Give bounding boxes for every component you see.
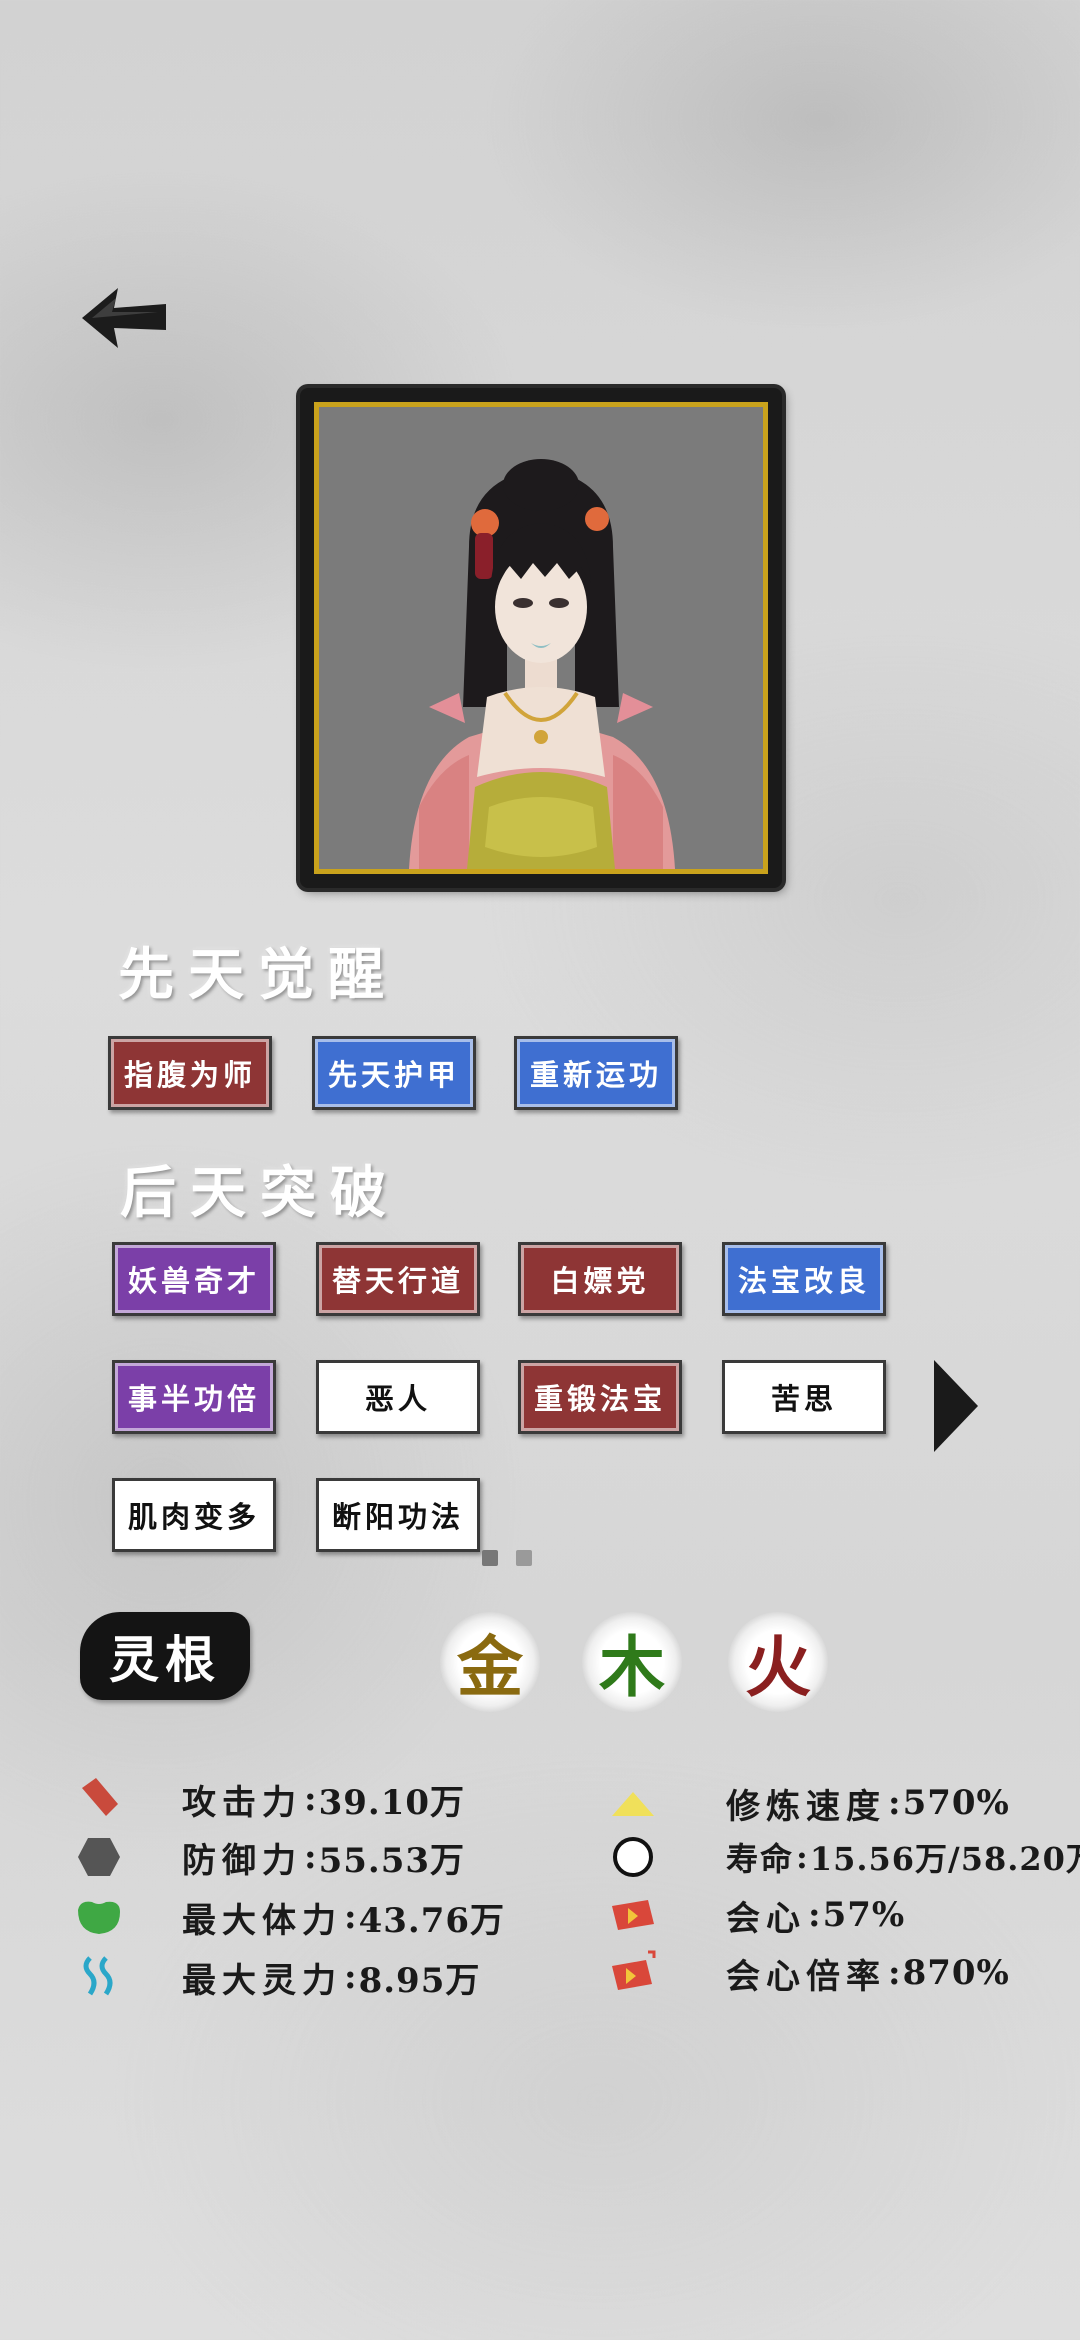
acquired-trait-6[interactable]: 恶人 — [316, 1360, 480, 1434]
crit-rate-icon — [612, 1950, 656, 1990]
stat-value: 570% — [902, 1783, 1010, 1823]
innate-trait-1[interactable]: 指腹为师 — [108, 1036, 272, 1110]
life-icon — [613, 1837, 653, 1877]
innate-awakening-title: 先天觉醒 — [118, 942, 398, 1008]
spirit-root-fire: 火 — [728, 1612, 828, 1712]
page-indicator-dot — [482, 1550, 498, 1566]
play-triangle-icon — [934, 1360, 978, 1452]
stat-value: 55.53万 — [318, 1840, 466, 1881]
acquired-trait-5[interactable]: 事半功倍 — [112, 1360, 276, 1434]
stat-defense: 防御力:55.53万 — [74, 1832, 465, 1882]
stat-label: 最大灵力 — [182, 1960, 342, 2001]
acquired-trait-7[interactable]: 重锻法宝 — [518, 1360, 682, 1434]
crit-icon — [612, 1900, 654, 1930]
stat-lifespan: 寿命:15.56万/58.20万 — [608, 1832, 1080, 1882]
acquired-trait-1[interactable]: 妖兽奇才 — [112, 1242, 276, 1316]
innate-trait-2[interactable]: 先天护甲 — [312, 1036, 476, 1110]
hp-icon — [78, 1901, 120, 1934]
back-arrow-icon — [82, 288, 166, 348]
acquired-trait-9[interactable]: 肌肉变多 — [112, 1478, 276, 1552]
stat-value: 870% — [902, 1953, 1010, 1993]
stat-label: 攻击力 — [182, 1782, 302, 1823]
spirit-root-label: 灵根 — [80, 1612, 250, 1700]
page-indicator-dot — [516, 1550, 532, 1566]
acquired-trait-4[interactable]: 法宝改良 — [722, 1242, 886, 1316]
stat-value: 39.10万 — [318, 1782, 466, 1823]
stat-label: 修炼速度 — [726, 1786, 886, 1827]
stat-crit-rate: 会心倍率:870% — [608, 1948, 1010, 1998]
attack-icon — [82, 1778, 118, 1816]
acquired-trait-10[interactable]: 断阳功法 — [316, 1478, 480, 1552]
speed-icon — [612, 1792, 654, 1816]
spirit-root-metal: 金 — [440, 1612, 540, 1712]
character-portrait — [314, 402, 768, 874]
stat-label: 最大体力 — [182, 1900, 342, 1941]
stat-label: 会心倍率 — [726, 1956, 886, 1997]
defense-icon — [78, 1838, 120, 1876]
mana-icon — [83, 1956, 113, 1996]
stat-label: 会心 — [726, 1898, 806, 1939]
innate-trait-3[interactable]: 重新运功 — [514, 1036, 678, 1110]
stat-value: 15.56万/58.20万 — [809, 1840, 1080, 1878]
stat-label: 寿命 — [726, 1840, 795, 1878]
stat-label: 防御力 — [182, 1840, 302, 1881]
character-portrait-frame — [300, 388, 782, 888]
stat-value: 43.76万 — [358, 1900, 506, 1941]
stat-max-hp: 最大体力:43.76万 — [74, 1892, 505, 1942]
next-page-button[interactable] — [932, 1356, 980, 1456]
acquired-breakthrough-title: 后天突破 — [120, 1160, 400, 1226]
stat-value: 57% — [822, 1895, 906, 1935]
acquired-trait-8[interactable]: 苦思 — [722, 1360, 886, 1434]
stat-max-mana: 最大灵力:8.95万 — [74, 1952, 480, 2002]
stat-cultivation-speed: 修炼速度:570% — [608, 1778, 1010, 1828]
stat-attack: 攻击力:39.10万 — [74, 1774, 465, 1824]
stat-crit: 会心:57% — [608, 1890, 905, 1940]
stat-value: 8.95万 — [358, 1960, 481, 2001]
spirit-root-wood: 木 — [582, 1612, 682, 1712]
character-illustration — [409, 459, 675, 869]
acquired-trait-2[interactable]: 替天行道 — [316, 1242, 480, 1316]
acquired-trait-3[interactable]: 白嫖党 — [518, 1242, 682, 1316]
back-button[interactable] — [78, 282, 170, 354]
